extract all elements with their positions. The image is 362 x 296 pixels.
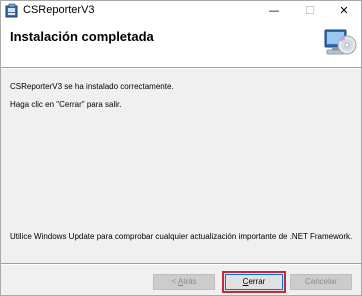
installer-window: CSReporterV3 — ☐ ✕ Instalación completad…: [0, 0, 362, 296]
back-button[interactable]: < Atrás: [153, 274, 215, 290]
close-button-rest: errar: [248, 277, 266, 286]
computer-disc-icon: [324, 29, 357, 55]
footer-divider: [1, 263, 361, 265]
close-icon: ✕: [339, 4, 349, 17]
maximize-icon: ☐: [305, 4, 315, 17]
cancel-button-label: Cancelar: [304, 277, 337, 286]
close-instruction: Haga clic en "Cerrar" para salir.: [10, 100, 122, 109]
minimize-icon: —: [268, 4, 280, 17]
success-message: CSReporterV3 se ha instalado correctamen…: [10, 82, 174, 91]
window-title: CSReporterV3: [23, 4, 95, 16]
title-bar[interactable]: CSReporterV3 — ☐ ✕: [1, 1, 361, 21]
installer-app-icon: [5, 3, 18, 18]
close-button-focus-ring: Cerrar: [225, 274, 283, 290]
back-button-rest: trás: [183, 277, 197, 286]
windows-update-note: Utilice Windows Update para comprobar cu…: [10, 232, 353, 241]
close-button[interactable]: Cerrar: [222, 271, 286, 293]
page-title: Instalación completada: [10, 29, 154, 44]
banner-divider: [1, 67, 361, 69]
header-banner: Instalación completada: [1, 21, 361, 67]
minimize-button[interactable]: —: [259, 1, 289, 21]
close-window-button[interactable]: ✕: [329, 1, 359, 21]
maximize-button[interactable]: ☐: [295, 1, 325, 21]
cancel-button[interactable]: Cancelar: [290, 274, 352, 290]
